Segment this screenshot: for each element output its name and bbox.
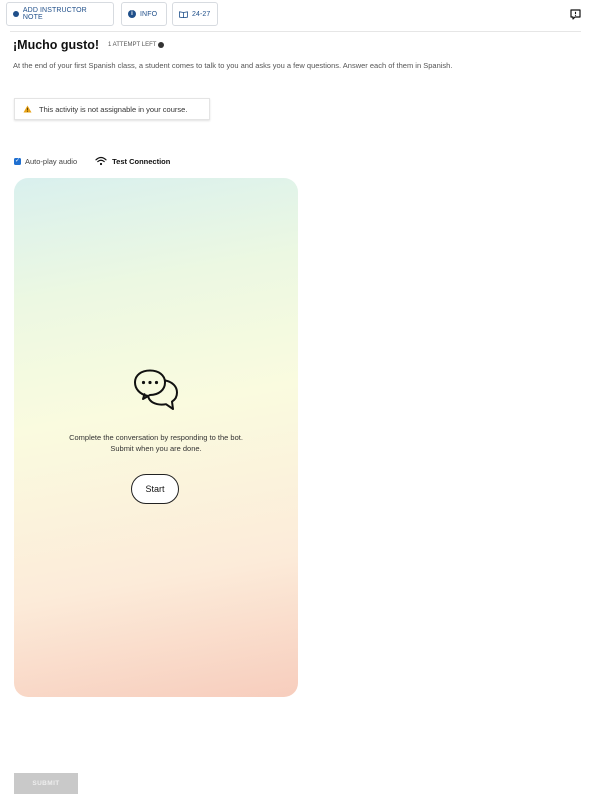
add-instructor-note-button[interactable]: ADD INSTRUCTOR NOTE xyxy=(6,2,114,26)
submit-button[interactable]: SUBMIT xyxy=(14,773,78,794)
circle-icon xyxy=(13,11,19,17)
audio-controls: ✓ Auto-play audio Test Connection xyxy=(14,155,170,167)
add-instructor-note-label: ADD INSTRUCTOR NOTE xyxy=(22,7,87,21)
book-open-icon xyxy=(179,10,188,18)
pages-button[interactable]: 24-27 xyxy=(172,2,218,26)
not-assignable-alert: This activity is not assignable in your … xyxy=(14,98,210,120)
alert-text: This activity is not assignable in your … xyxy=(39,104,188,114)
autoplay-checkbox[interactable]: ✓ xyxy=(14,157,21,165)
autoplay-label[interactable]: Auto-play audio xyxy=(25,157,77,166)
test-connection-button[interactable]: Test Connection xyxy=(95,156,170,166)
attempts-left-label: 1 ATTEMPT LEFT xyxy=(108,42,157,48)
feedback-icon[interactable] xyxy=(570,9,581,20)
attempts-left: 1 ATTEMPT LEFT xyxy=(108,42,165,48)
wifi-icon xyxy=(95,156,107,166)
toolbar: ADD INSTRUCTOR NOTE i INFO 24-27 xyxy=(6,2,581,28)
info-icon: i xyxy=(128,10,136,18)
activity-description: At the end of your first Spanish class, … xyxy=(13,61,453,70)
conversation-panel: Complete the conversation by responding … xyxy=(14,178,298,697)
info-label: INFO xyxy=(140,10,158,18)
conversation-instructions: Complete the conversation by responding … xyxy=(69,433,243,453)
test-connection-label: Test Connection xyxy=(112,156,171,166)
chat-bubbles-icon xyxy=(134,369,178,410)
header-divider xyxy=(10,31,581,32)
start-button[interactable]: Start xyxy=(131,474,179,504)
pages-label: 24-27 xyxy=(192,10,211,18)
warning-icon xyxy=(23,105,32,113)
activity-title: ¡Mucho gusto! xyxy=(13,38,100,52)
help-icon[interactable] xyxy=(158,42,165,48)
info-button[interactable]: i INFO xyxy=(121,2,167,26)
